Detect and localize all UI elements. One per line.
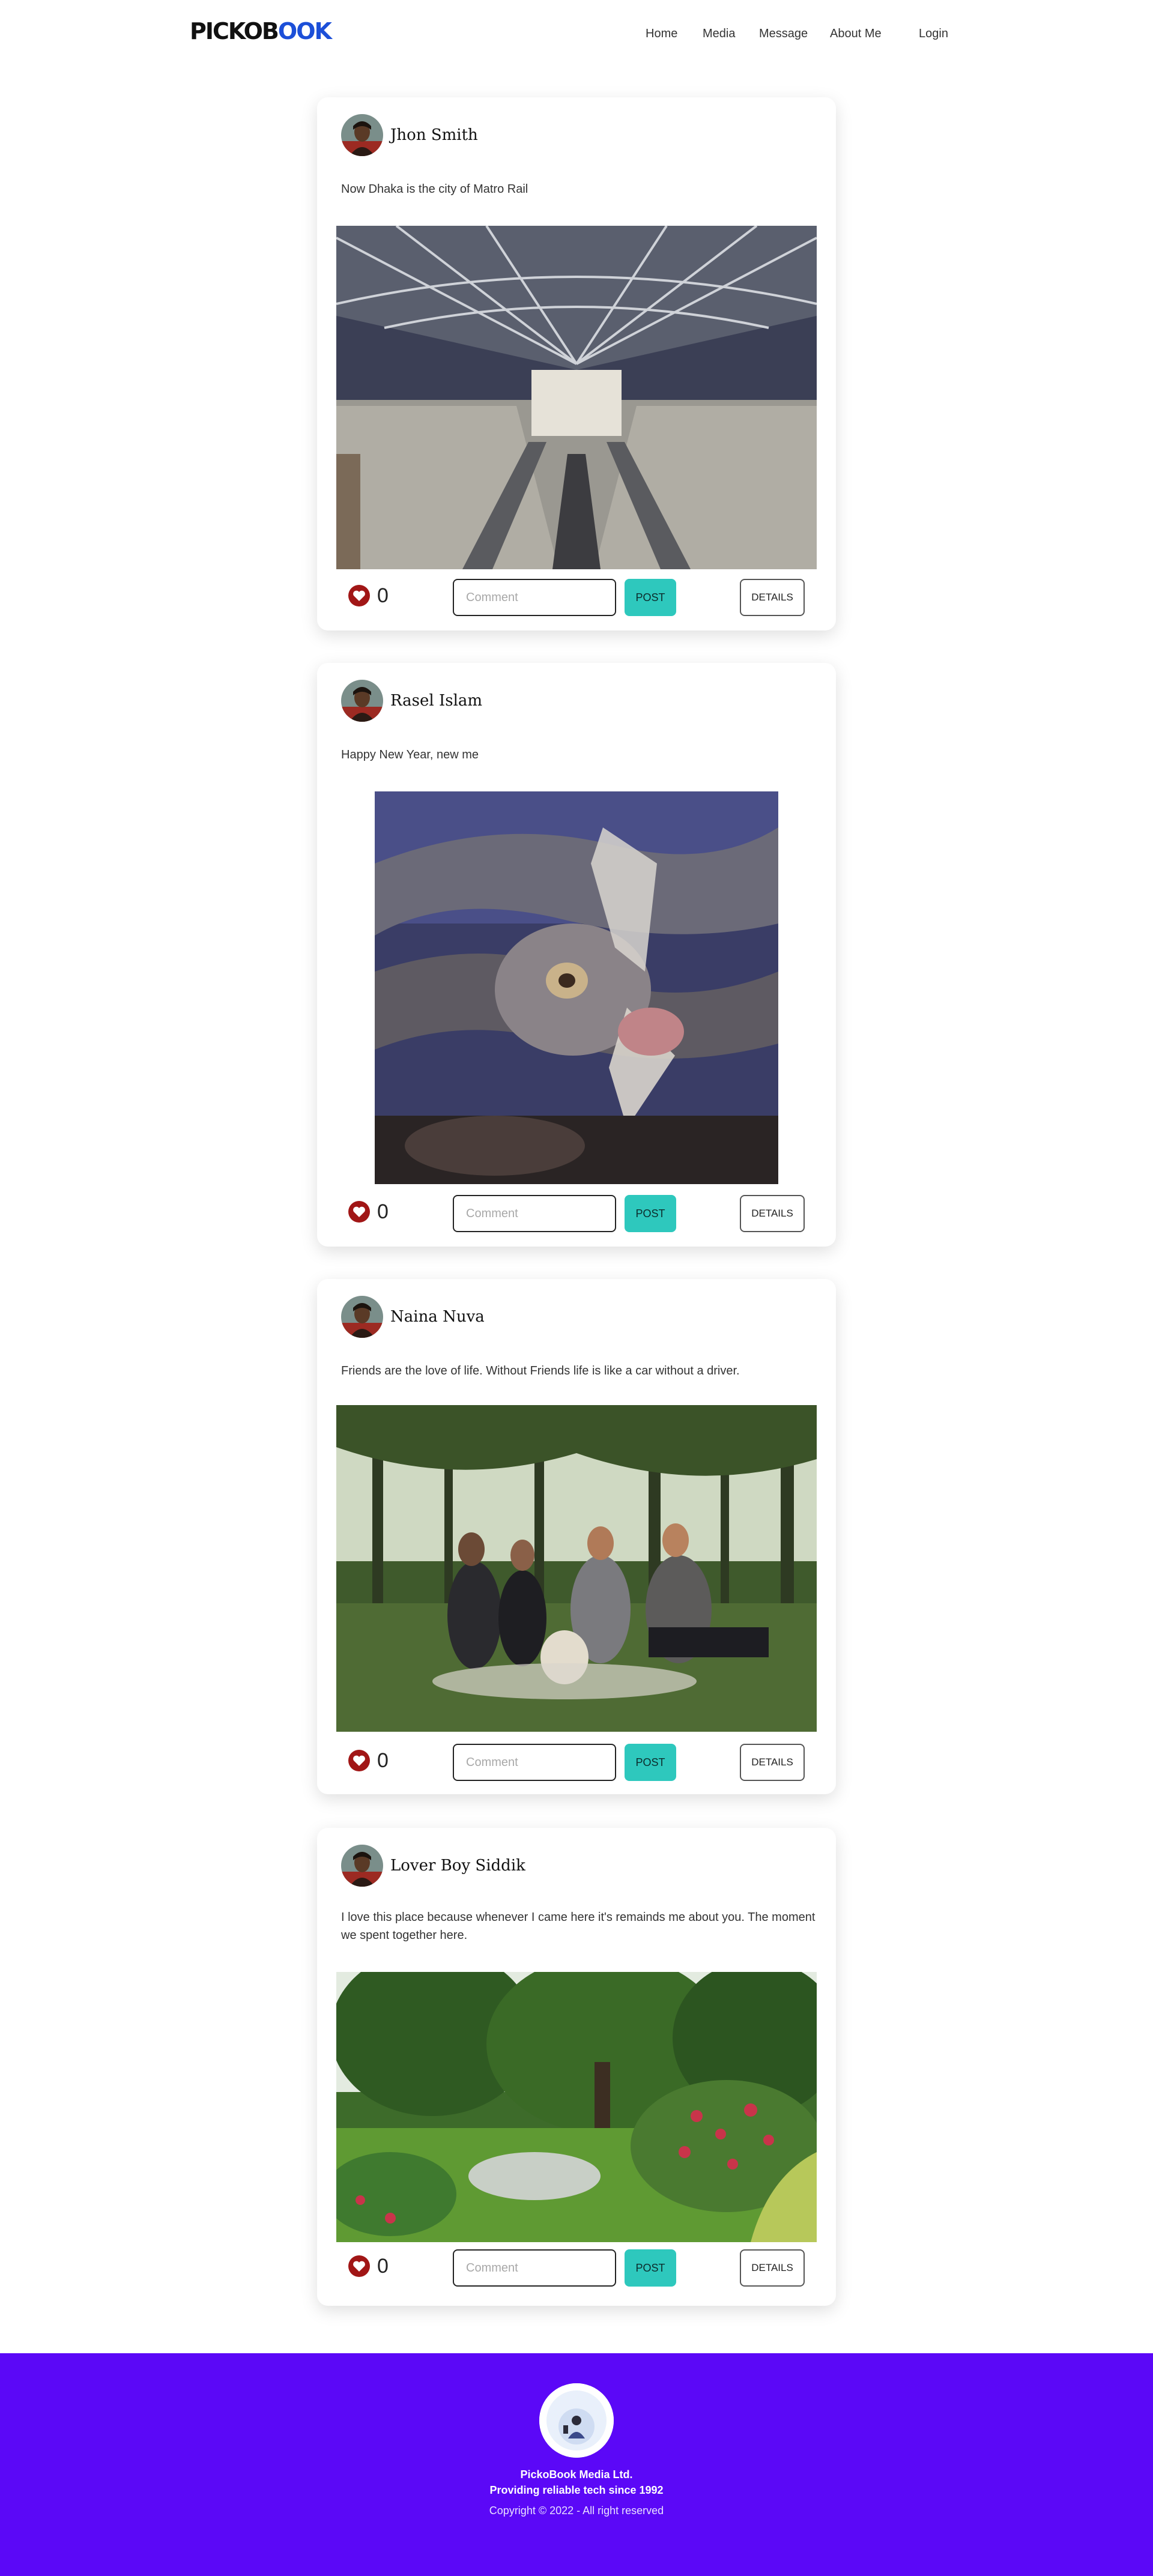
post-comment-button[interactable]: POST bbox=[625, 579, 676, 616]
heart-icon bbox=[348, 1750, 370, 1771]
post-actions: 0 POST DETAILS bbox=[317, 1195, 836, 1232]
author-avatar bbox=[341, 114, 383, 156]
nav-message[interactable]: Message bbox=[759, 25, 808, 42]
navbar: PICKOBOOK Home Media Message About Me Lo… bbox=[0, 0, 1153, 66]
post-actions: 0 POST DETAILS bbox=[317, 1744, 836, 1781]
footer-logo bbox=[539, 2383, 614, 2458]
like-count: 0 bbox=[377, 2255, 389, 2278]
post-comment-button[interactable]: POST bbox=[625, 2249, 676, 2287]
heart-icon bbox=[348, 585, 370, 606]
details-button[interactable]: DETAILS bbox=[740, 2249, 805, 2287]
post-author: Lover Boy Siddik bbox=[341, 1845, 525, 1887]
post-card: Naina Nuva Friends are the love of life.… bbox=[317, 1279, 836, 1794]
post-image bbox=[336, 226, 817, 569]
author-avatar bbox=[341, 1296, 383, 1338]
author-name: Naina Nuva bbox=[390, 1308, 485, 1326]
nav-home[interactable]: Home bbox=[646, 25, 677, 42]
post-image bbox=[375, 791, 778, 1184]
heart-icon bbox=[348, 1201, 370, 1223]
post-text: Happy New Year, new me bbox=[341, 748, 479, 761]
like-button[interactable]: 0 bbox=[348, 2254, 389, 2278]
like-button[interactable]: 0 bbox=[348, 584, 389, 608]
post-image bbox=[336, 1405, 817, 1732]
details-button[interactable]: DETAILS bbox=[740, 1195, 805, 1232]
post-comment-button[interactable]: POST bbox=[625, 1195, 676, 1232]
post-author: Jhon Smith bbox=[341, 114, 478, 156]
post-actions: 0 POST DETAILS bbox=[317, 579, 836, 616]
like-count: 0 bbox=[377, 584, 389, 607]
footer: PickoBook Media Ltd. Providing reliable … bbox=[0, 2353, 1153, 2576]
author-name: Rasel Islam bbox=[390, 692, 483, 710]
post-text: Friends are the love of life. Without Fr… bbox=[341, 1364, 740, 1377]
comment-input[interactable] bbox=[453, 1195, 616, 1232]
author-name: Lover Boy Siddik bbox=[390, 1857, 525, 1875]
post-comment-button[interactable]: POST bbox=[625, 1744, 676, 1781]
post-card: Lover Boy Siddik I love this place becau… bbox=[317, 1828, 836, 2306]
comment-input[interactable] bbox=[453, 1744, 616, 1781]
details-button[interactable]: DETAILS bbox=[740, 1744, 805, 1781]
nav-about-me[interactable]: About Me bbox=[830, 25, 882, 42]
post-author: Rasel Islam bbox=[341, 680, 482, 722]
like-button[interactable]: 0 bbox=[348, 1749, 389, 1773]
comment-input[interactable] bbox=[453, 2249, 616, 2287]
nav-login[interactable]: Login bbox=[919, 25, 948, 42]
post-actions: 0 POST DETAILS bbox=[317, 2249, 836, 2287]
post-card: Rasel Islam Happy New Year, new me 0 POS… bbox=[317, 663, 836, 1247]
post-author: Naina Nuva bbox=[341, 1296, 485, 1338]
author-name: Jhon Smith bbox=[390, 126, 478, 144]
post-text: I love this place because whenever I cam… bbox=[341, 1911, 816, 1942]
author-avatar bbox=[341, 680, 383, 722]
details-button[interactable]: DETAILS bbox=[740, 579, 805, 616]
footer-tagline: Providing reliable tech since 1992 bbox=[489, 2484, 664, 2496]
footer-company-name: PickoBook Media Ltd. bbox=[520, 2469, 633, 2481]
nav-links: Home Media Message About Me Login bbox=[0, 25, 1153, 42]
like-button[interactable]: 0 bbox=[348, 1200, 389, 1224]
post-image bbox=[336, 1972, 817, 2242]
comment-input[interactable] bbox=[453, 579, 616, 616]
like-count: 0 bbox=[377, 1749, 389, 1772]
like-count: 0 bbox=[377, 1200, 389, 1223]
nav-media[interactable]: Media bbox=[703, 25, 735, 42]
post-card: Jhon Smith Now Dhaka is the city of Matr… bbox=[317, 97, 836, 630]
footer-copyright: Copyright © 2022 - All right reserved bbox=[489, 2505, 664, 2517]
post-text: Now Dhaka is the city of Matro Rail bbox=[341, 183, 528, 196]
author-avatar bbox=[341, 1845, 383, 1887]
heart-icon bbox=[348, 2255, 370, 2277]
